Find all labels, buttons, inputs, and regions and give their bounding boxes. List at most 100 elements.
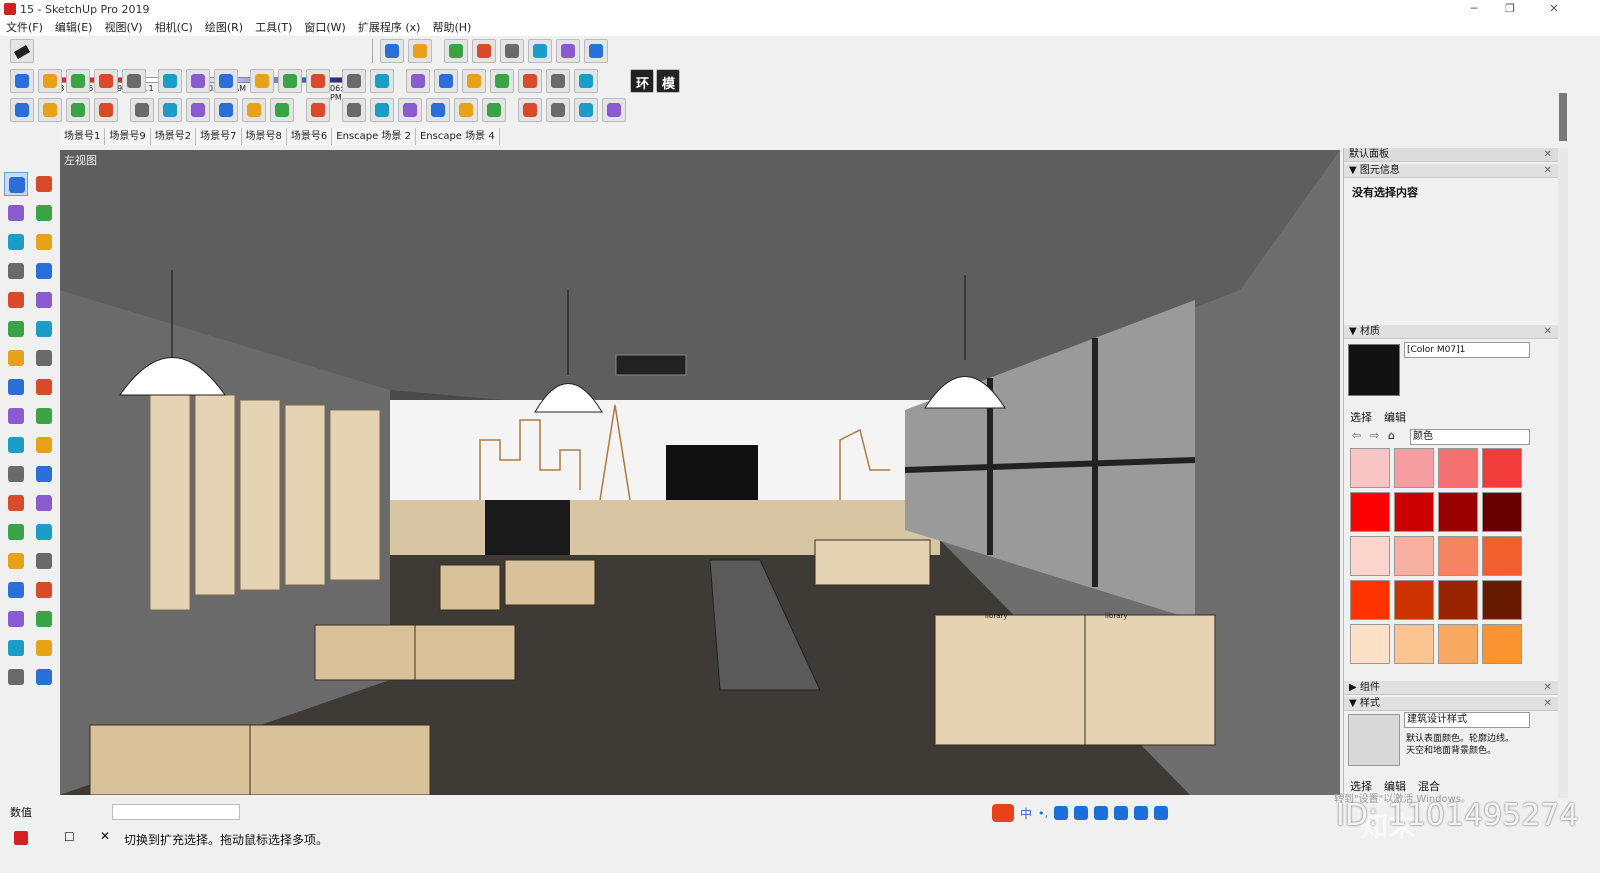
- offset-icon[interactable]: [32, 433, 56, 457]
- credits-icon[interactable]: ☐: [64, 830, 75, 844]
- color-swatch[interactable]: [1438, 580, 1478, 620]
- left-view-icon[interactable]: [482, 98, 506, 122]
- dimension-icon[interactable]: [32, 462, 56, 486]
- rectangle-icon[interactable]: [4, 259, 28, 283]
- materials-select-tab[interactable]: 选择: [1350, 409, 1372, 425]
- emoji-icon[interactable]: [1054, 806, 1069, 820]
- color-swatch[interactable]: [1394, 580, 1434, 620]
- two-point-arc-icon[interactable]: [4, 346, 28, 370]
- protractor-icon[interactable]: [4, 491, 28, 515]
- enscape-views-icon[interactable]: [306, 69, 330, 93]
- color-swatch[interactable]: [1438, 492, 1478, 532]
- scene-tab-4[interactable]: 场景号7: [196, 128, 242, 145]
- enscape-camera-icon[interactable]: [122, 69, 146, 93]
- eraser-icon[interactable]: [380, 39, 404, 63]
- zoom-tool-icon[interactable]: [4, 578, 28, 602]
- iso-view-icon[interactable]: [342, 98, 366, 122]
- move-icon[interactable]: [490, 69, 514, 93]
- ime-punct-toggle[interactable]: •,: [1038, 807, 1048, 820]
- zoom-box-icon[interactable]: [602, 98, 626, 122]
- sogou-logo-icon[interactable]: [992, 804, 1014, 822]
- top-view-icon[interactable]: [370, 98, 394, 122]
- three-point-arc-icon[interactable]: [32, 346, 56, 370]
- material-name-field[interactable]: [Color M07]1: [1404, 342, 1530, 358]
- panorama-icon[interactable]: [130, 98, 154, 122]
- look-around-icon[interactable]: [32, 636, 56, 660]
- orbit-icon[interactable]: [518, 98, 542, 122]
- toolbar-scrollbar[interactable]: [1559, 93, 1567, 141]
- scale-icon[interactable]: [4, 433, 28, 457]
- color-swatch[interactable]: [1350, 536, 1390, 576]
- import-icon[interactable]: [38, 98, 62, 122]
- monochrome-icon[interactable]: [528, 39, 552, 63]
- enscape-start-icon[interactable]: [10, 69, 34, 93]
- geo-location-icon[interactable]: [14, 831, 28, 845]
- freehand-icon[interactable]: [32, 230, 56, 254]
- mic-icon[interactable]: [1074, 806, 1089, 820]
- menu-file[interactable]: 文件(F): [6, 19, 43, 35]
- menu-edit[interactable]: 编辑(E): [55, 19, 93, 35]
- enscape-settings-icon[interactable]: [250, 69, 274, 93]
- color-swatch[interactable]: [1350, 492, 1390, 532]
- grid-icon[interactable]: [574, 69, 598, 93]
- entity-info-header[interactable]: ▼ 图元信息 ✕: [1344, 164, 1558, 178]
- back-arrow-icon[interactable]: ⇦: [1352, 429, 1361, 442]
- path-icon[interactable]: [462, 69, 486, 93]
- menu-view[interactable]: 视图(V): [104, 19, 142, 35]
- enscape-feedback-icon[interactable]: [370, 69, 394, 93]
- push-pull-icon[interactable]: [32, 375, 56, 399]
- drawing-viewport[interactable]: 左视图 library library: [60, 150, 1340, 795]
- enscape-video-icon[interactable]: [158, 69, 182, 93]
- styles-header[interactable]: ▼ 样式 ✕: [1344, 697, 1558, 711]
- scene-tab-8[interactable]: Enscape 场景 4: [415, 128, 500, 145]
- shaded-icon[interactable]: [472, 39, 496, 63]
- menu-window[interactable]: 窗口(W): [304, 19, 345, 35]
- style-name-field[interactable]: 建筑设计样式: [1404, 712, 1530, 728]
- color-swatch[interactable]: [1350, 580, 1390, 620]
- components-header[interactable]: ▶ 组件 ✕: [1344, 681, 1558, 695]
- menu-help[interactable]: 帮助(H): [432, 19, 471, 35]
- rotated-rect-icon[interactable]: [32, 259, 56, 283]
- menu-extensions[interactable]: 扩展程序 (x): [358, 19, 421, 35]
- color-swatch[interactable]: [1394, 492, 1434, 532]
- environment-button[interactable]: 环: [630, 69, 654, 93]
- scene-tab-1[interactable]: 场景号1: [60, 128, 106, 145]
- video-export-icon[interactable]: [214, 98, 238, 122]
- circle-icon[interactable]: [4, 288, 28, 312]
- color-swatch[interactable]: [1482, 624, 1522, 664]
- enscape-sync-icon[interactable]: [38, 69, 62, 93]
- enscape-capture-icon[interactable]: [94, 69, 118, 93]
- model-button[interactable]: 模: [656, 69, 680, 93]
- zoom-extents-icon[interactable]: [4, 607, 28, 631]
- enscape-pan-icon[interactable]: [66, 69, 90, 93]
- scene-tab-3[interactable]: 场景号2: [150, 128, 197, 145]
- face-style-icon[interactable]: [408, 39, 432, 63]
- web-icon[interactable]: [94, 98, 118, 122]
- measurements-box[interactable]: [112, 804, 240, 820]
- render-icon[interactable]: [186, 98, 210, 122]
- color-swatch[interactable]: [1482, 580, 1522, 620]
- scene-tab-6[interactable]: 场景号6: [286, 128, 333, 145]
- front-view-icon[interactable]: [398, 98, 422, 122]
- arc-icon[interactable]: [4, 317, 28, 341]
- close-button[interactable]: ✕: [1540, 0, 1568, 18]
- export-icon[interactable]: [10, 98, 34, 122]
- user-icon[interactable]: [1114, 806, 1129, 820]
- scene-export-icon[interactable]: [270, 98, 294, 122]
- zoom-window-icon[interactable]: [32, 578, 56, 602]
- pan-box-icon[interactable]: [574, 98, 598, 122]
- scene-tab-7[interactable]: Enscape 场景 2: [332, 128, 416, 145]
- home-icon[interactable]: ⌂: [1388, 429, 1395, 442]
- minimize-button[interactable]: ─: [1460, 0, 1488, 18]
- scene-tab-5[interactable]: 场景号8: [241, 128, 287, 145]
- paint-bucket-icon[interactable]: [4, 201, 28, 225]
- ime-chinese-toggle[interactable]: 中: [1020, 805, 1032, 822]
- ruler-icon[interactable]: [518, 69, 542, 93]
- hidden-line-icon[interactable]: [584, 39, 608, 63]
- keyboard-icon[interactable]: [1094, 806, 1109, 820]
- xray-icon[interactable]: [444, 39, 468, 63]
- axes-icon[interactable]: [4, 520, 28, 544]
- skin-icon[interactable]: [1134, 806, 1149, 820]
- pointer-icon[interactable]: [434, 69, 458, 93]
- user-icon[interactable]: ✕: [100, 829, 110, 843]
